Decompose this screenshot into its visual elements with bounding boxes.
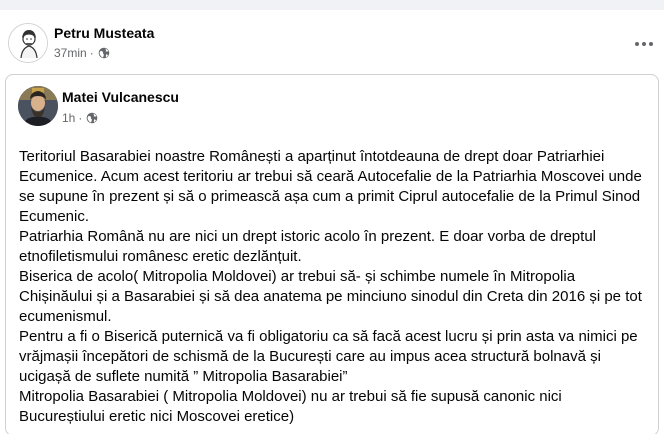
- post-timestamp[interactable]: 37min: [54, 46, 87, 60]
- post-card: Petru Musteata 37min · Matei Vulcanescu …: [0, 10, 664, 434]
- globe-icon[interactable]: [86, 112, 98, 124]
- shared-post-timestamp[interactable]: 1h: [62, 111, 75, 125]
- shared-author-name[interactable]: Matei Vulcanescu: [62, 89, 179, 105]
- avatar-illustration-icon: [9, 24, 47, 62]
- post-paragraph: Pentru a fi o Biserică puternică va fi o…: [19, 328, 638, 385]
- shared-post[interactable]: Matei Vulcanescu 1h · Teritoriul Basarab…: [5, 74, 659, 434]
- post-paragraph: Patriarhia Română nu are nici un drept i…: [19, 228, 596, 265]
- dot: [642, 42, 646, 46]
- meta-separator: ·: [89, 46, 94, 60]
- dot: [649, 42, 653, 46]
- profile-photo-icon: [18, 86, 58, 126]
- post-meta: 37min ·: [54, 46, 110, 60]
- post-body-text: Teritoriul Basarabiei noastre Românești …: [19, 147, 651, 427]
- dot: [635, 42, 639, 46]
- meta-separator: ·: [78, 111, 83, 125]
- post-paragraph: Mitropolia Basarabiei ( Mitropolia Moldo…: [19, 388, 562, 425]
- post-paragraph: Teritoriul Basarabiei noastre Românești …: [19, 148, 642, 225]
- post-header: Petru Musteata 37min ·: [8, 20, 658, 68]
- more-options-icon[interactable]: [632, 34, 656, 54]
- shared-author-avatar[interactable]: [18, 86, 58, 126]
- post-author-name[interactable]: Petru Musteata: [54, 25, 154, 41]
- globe-icon[interactable]: [98, 47, 110, 59]
- shared-post-meta: 1h ·: [62, 111, 98, 125]
- post-paragraph: Biserica de acolo( Mitropolia Moldovei) …: [19, 268, 642, 325]
- author-avatar[interactable]: [8, 23, 48, 63]
